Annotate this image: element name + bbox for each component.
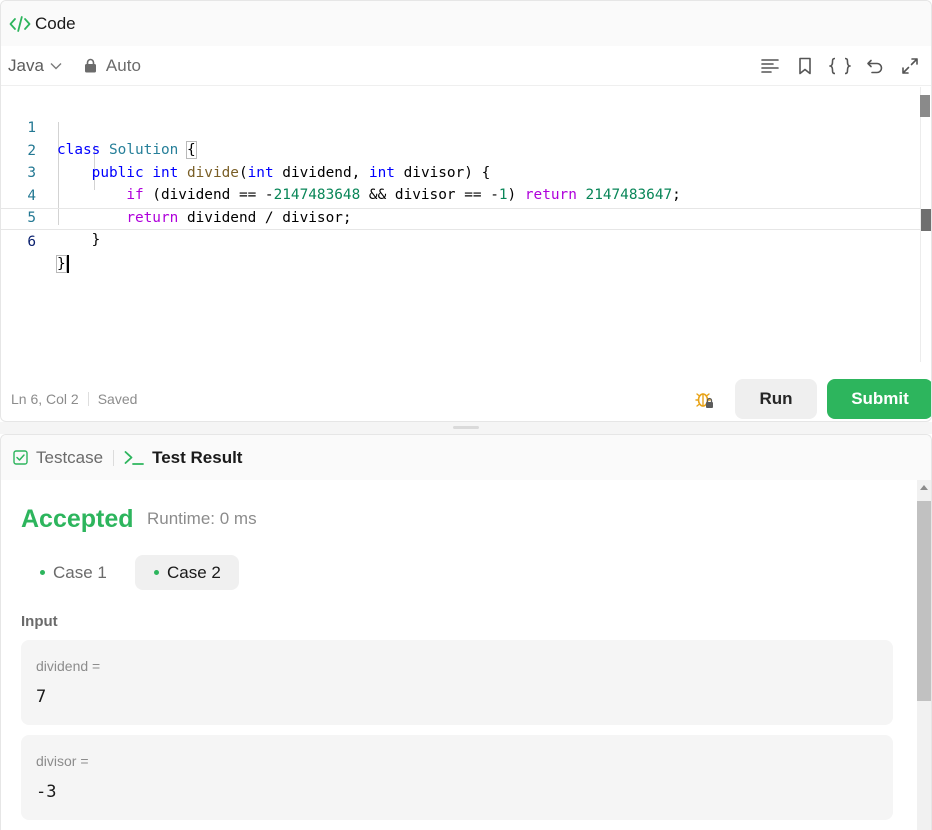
auto-mode-label: Auto (105, 55, 141, 75)
input-heading: Input (21, 613, 58, 630)
scroll-up-arrow-icon[interactable] (920, 485, 928, 490)
code-line: 4 return dividend / divisor; (1, 163, 921, 226)
code-text: } (56, 253, 69, 275)
runtime-text: Runtime: 0 ms (147, 509, 257, 528)
checkbox-icon (13, 450, 28, 465)
param-name: divisor = (36, 753, 89, 769)
result-scrollbar-thumb[interactable] (917, 501, 931, 701)
status-divider (87, 392, 89, 406)
language-label: Java (8, 55, 44, 75)
case-tab-label: Case 1 (53, 562, 107, 582)
code-line: 1 class Solution { (1, 95, 921, 159)
format-icon[interactable] (752, 46, 787, 86)
terminal-icon (124, 450, 144, 466)
case-tab-2[interactable]: Case 2 (135, 555, 239, 590)
case-tab-1[interactable]: Case 1 (27, 555, 125, 590)
code-editor[interactable]: 1 class Solution { 2 public int divide(i… (1, 87, 931, 362)
line-number: 6 (27, 234, 36, 250)
code-line: 5 } (1, 185, 921, 248)
tab-test-result-label: Test Result (152, 447, 243, 467)
tab-testcase[interactable]: Testcase (13, 448, 103, 468)
tab-divider (113, 449, 115, 466)
param-value[interactable]: 7 (36, 687, 46, 707)
code-panel-title: Code (35, 13, 76, 33)
result-body: Accepted Runtime: 0 ms Case 1 Case 2 Inp… (1, 480, 919, 830)
editor-scrollbar-thumb[interactable] (920, 95, 930, 117)
debug-lock-icon[interactable] (693, 388, 717, 412)
run-button[interactable]: Run (735, 379, 817, 419)
code-icon (9, 14, 31, 34)
result-panel: Testcase Test Result Accepted Runtime: 0… (0, 434, 932, 830)
text-cursor (66, 255, 69, 273)
code-panel-header: Code (1, 1, 931, 46)
reset-icon[interactable] (857, 46, 892, 86)
param-box-divisor: divisor = -3 (21, 735, 893, 820)
pass-dot-icon (154, 570, 159, 575)
chevron-down-icon (50, 62, 62, 69)
code-line: 2 public int divide(int dividend, int di… (1, 118, 921, 181)
lock-icon (84, 58, 96, 73)
auto-mode[interactable]: Auto (84, 56, 141, 76)
tab-testcase-label: Testcase (36, 447, 104, 467)
pass-dot-icon (40, 570, 45, 575)
editor-status-bar: Ln 6, Col 2 Saved Run Submit (1, 378, 931, 420)
param-name: dividend = (36, 658, 101, 674)
save-status: Saved (97, 391, 138, 407)
language-select[interactable]: Java (8, 56, 62, 76)
code-line: 3 if (dividend == -2147483648 && divisor… (1, 140, 921, 203)
param-box-dividend: dividend = 7 (21, 640, 893, 725)
bookmark-icon[interactable] (787, 46, 822, 86)
editor-toolbar: Java Auto (1, 46, 931, 86)
verdict-status: Accepted (21, 505, 134, 533)
result-tabs: Testcase Test Result (1, 435, 931, 480)
case-tab-label: Case 2 (167, 562, 221, 582)
braces-icon[interactable] (822, 46, 857, 86)
editor-tool-icons (752, 46, 927, 86)
tab-test-result[interactable]: Test Result (124, 448, 242, 468)
editor-cursor-marker (921, 209, 931, 231)
code-text: } (57, 232, 101, 248)
expand-icon[interactable] (892, 46, 927, 86)
cursor-position: Ln 6, Col 2 (11, 391, 79, 407)
resize-grip (453, 426, 479, 429)
code-line-current: 6 } (1, 208, 921, 273)
submit-button[interactable]: Submit (827, 379, 931, 419)
panel-resize-handle[interactable] (0, 422, 932, 434)
param-value[interactable]: -3 (36, 782, 56, 802)
code-panel: Code Java Auto 1 class Solution {2 publ… (0, 0, 932, 422)
